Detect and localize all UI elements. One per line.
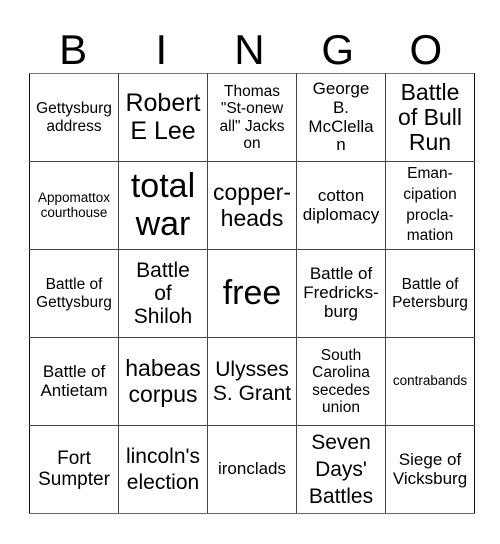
bingo-cell[interactable]: habeas corpus [118, 337, 208, 426]
cell-text: Battle of Gettysburg [36, 276, 112, 311]
bingo-cell[interactable]: cotton diplomacy [296, 161, 386, 250]
bingo-cell[interactable]: Battle of Bull Run [385, 73, 475, 162]
cell-text: South Carolina secedes union [312, 347, 370, 416]
cell-text: Battle of Shiloh [133, 258, 193, 329]
cell-text: Battle of Bull Run [398, 78, 462, 156]
bingo-cell[interactable]: Thomas "St-onewall" Jackson [207, 73, 297, 162]
cell-text: Fort Sumpter [38, 447, 110, 490]
bingo-cell[interactable]: Ulysses S. Grant [207, 337, 297, 426]
bingo-cell[interactable]: George B. McClellan [296, 73, 386, 162]
header-letter-b: B [59, 26, 88, 73]
cell-text: Battle of Antietam [40, 361, 108, 400]
bingo-cell[interactable]: Siege of Vicksburg [385, 425, 475, 514]
cell-text: Ulysses S. Grant [212, 358, 292, 405]
bingo-row: Battle of Gettysburg Battle of Shiloh fr… [29, 249, 475, 338]
bingo-cell[interactable]: South Carolina secedes union [296, 337, 386, 426]
cell-text: Siege of Vicksburg [392, 449, 468, 488]
cell-text: Robert E Lee [125, 89, 201, 145]
bingo-cell[interactable]: lincoln's election [118, 425, 208, 514]
bingo-cell[interactable]: Robert E Lee [118, 73, 208, 162]
bingo-cell[interactable]: copper-heads [207, 161, 297, 250]
bingo-header: B I N G O [29, 28, 470, 72]
free-space[interactable]: free [207, 249, 297, 338]
cell-text: cotton diplomacy [302, 185, 380, 224]
cell-text: habeas corpus [125, 355, 201, 407]
bingo-cell[interactable]: Gettysburg address [29, 73, 119, 162]
cell-text: free [222, 273, 282, 312]
bingo-cell[interactable]: ironclads [207, 425, 297, 514]
bingo-row: Appomattox courthouse total war copper-h… [29, 161, 475, 250]
bingo-cell[interactable]: Seven Days' Battles [296, 425, 386, 514]
bingo-row: Fort Sumpter lincoln's election ironclad… [29, 425, 475, 514]
cell-text: Eman-cipation procla-mation [403, 164, 457, 245]
bingo-row: Battle of Antietam habeas corpus Ulysses… [29, 337, 475, 426]
bingo-cell[interactable]: total war [118, 161, 208, 250]
bingo-cell[interactable]: Battle of Shiloh [118, 249, 208, 338]
header-letter-n: N [234, 26, 265, 73]
bingo-grid: Gettysburg address Robert E Lee Thomas "… [29, 73, 475, 514]
bingo-row: Gettysburg address Robert E Lee Thomas "… [29, 73, 475, 162]
bingo-cell[interactable]: Appomattox courthouse [29, 161, 119, 250]
cell-text: Seven Days' Battles [308, 430, 374, 509]
header-letter-g: G [321, 26, 354, 73]
cell-text: total war [130, 167, 196, 243]
cell-text: Thomas "St-onewall" Jackson [219, 83, 285, 152]
bingo-cell[interactable]: contrabands [385, 337, 475, 426]
bingo-cell[interactable]: Battle of Antietam [29, 337, 119, 426]
cell-text: Battle of Fredricks-burg [303, 264, 379, 321]
cell-text: Battle of Petersburg [392, 276, 468, 311]
bingo-cell[interactable]: Fort Sumpter [29, 425, 119, 514]
bingo-cell[interactable]: Battle of Fredricks-burg [296, 249, 386, 338]
cell-text: George B. McClellan [308, 79, 374, 155]
cell-text: lincoln's election [125, 445, 201, 494]
header-letter-i: I [155, 26, 168, 73]
cell-text: Gettysburg address [36, 100, 112, 135]
bingo-cell[interactable]: Battle of Gettysburg [29, 249, 119, 338]
cell-text: contrabands [392, 373, 468, 389]
cell-text: copper-heads [213, 179, 291, 231]
cell-text: ironclads [217, 459, 287, 479]
cell-text: Appomattox courthouse [37, 189, 111, 220]
bingo-cell[interactable]: Battle of Petersburg [385, 249, 475, 338]
header-letter-o: O [409, 26, 443, 73]
bingo-cell[interactable]: Eman-cipation procla-mation [385, 161, 475, 250]
